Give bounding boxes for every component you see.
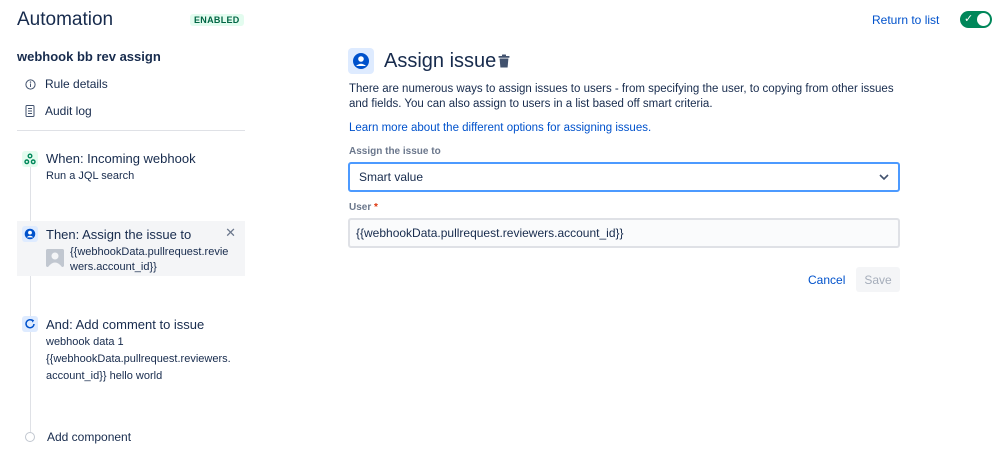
user-circle-icon [22,226,38,242]
avatar [46,249,64,267]
cancel-button[interactable]: Cancel [804,268,849,292]
user-smart-value-input[interactable]: {{webhookData.pullrequest.reviewers.acco… [348,218,900,248]
add-circle-icon [25,432,35,442]
user-field-label: User * [349,202,378,213]
sidebar-item-rule-details[interactable]: Rule details [24,75,108,93]
component-detail-line: wers.account_id}} [70,261,157,273]
check-icon: ✓ [964,13,974,25]
info-icon [24,78,36,90]
app-title: Automation [17,9,114,30]
status-badge: ENABLED [190,14,244,26]
page-title: Assign issue [384,50,497,72]
component-title: When: Incoming webhook [46,151,196,166]
component-subtitle: Run a JQL search [46,170,135,182]
component-then-action[interactable]: Then: Assign the issue to ✕ {{webhookDat… [17,221,245,276]
webhook-icon [22,151,38,167]
close-icon[interactable]: ✕ [225,225,236,241]
component-detail-line: {{webhookData.pullrequest.reviewers. [46,353,231,365]
chevron-down-icon [878,171,890,186]
sidebar-item-audit-log[interactable]: Audit log [24,102,92,120]
add-component-button[interactable]: Add component [25,430,131,444]
rule-name: webhook bb rev assign [17,49,161,64]
description-text: There are numerous ways to assign issues… [349,83,894,110]
sidebar-divider [17,130,245,131]
component-when-trigger[interactable]: When: Incoming webhook Run a JQL search [17,148,245,188]
save-button[interactable]: Save [856,267,900,292]
document-icon [24,105,36,117]
sidebar-item-label: Rule details [45,77,108,91]
comment-edit-icon [22,316,38,332]
assign-field-label: Assign the issue to [349,146,441,157]
rule-enabled-toggle[interactable]: ✓ [960,11,992,28]
assign-select-value: Smart value [359,170,424,184]
add-component-label: Add component [47,430,132,444]
component-and-action[interactable]: And: Add comment to issue webhook data 1… [17,312,245,392]
return-to-list-link[interactable]: Return to list [872,13,939,27]
assign-select[interactable]: Smart value [348,162,900,192]
trash-icon[interactable] [498,54,510,71]
component-detail-line: account_id}} hello world [46,370,163,382]
user-input-value: {{webhookData.pullrequest.reviewers.acco… [356,226,624,240]
sidebar-item-label: Audit log [45,104,92,118]
learn-more-link[interactable]: Learn more about the different options f… [349,122,651,134]
required-marker: * [374,202,378,213]
toggle-knob [977,13,990,26]
component-title: And: Add comment to issue [46,317,205,332]
user-label-text: User [349,202,372,213]
component-detail-line: webhook data 1 [46,336,124,348]
component-title: Then: Assign the issue to [46,227,192,242]
user-circle-icon [348,48,374,74]
